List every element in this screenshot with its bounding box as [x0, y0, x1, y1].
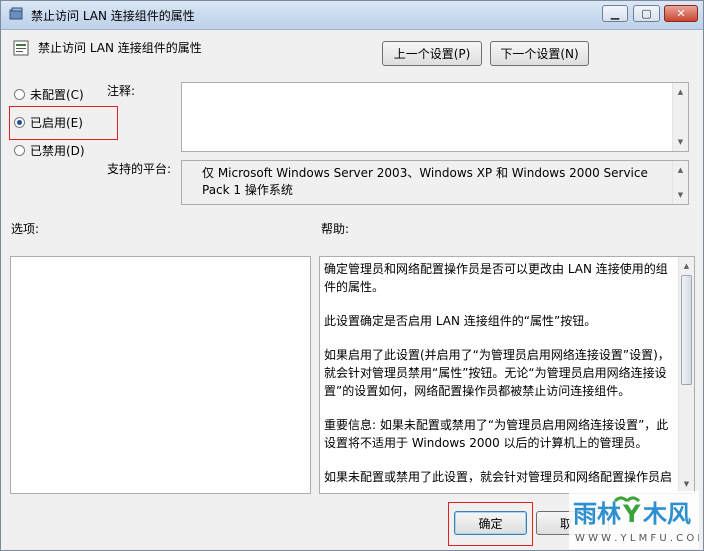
help-scroll-thumb[interactable]: [681, 275, 692, 385]
platform-value: 仅 Microsoft Windows Server 2003、Windows …: [202, 166, 648, 197]
scroll-down-icon[interactable]: ▼: [673, 135, 688, 149]
svg-text:W W W . Y L M F U . C O M: W W W . Y L M F U . C O M: [575, 533, 699, 544]
highlight-box: [9, 106, 118, 140]
help-paragraph: 确定管理员和网络配置操作员是否可以更改由 LAN 连接使用的组件的属性。: [324, 262, 668, 294]
svg-text:Y: Y: [622, 500, 641, 528]
maximize-icon: ▢: [641, 7, 652, 20]
close-icon: ✕: [676, 7, 686, 20]
help-paragraph: 重要信息: 如果未配置或禁用了“为管理员启用网络连接设置”，此设置将不适用于 W…: [324, 418, 669, 450]
scroll-up-icon[interactable]: ▲: [673, 85, 688, 99]
radio-dot: [14, 145, 25, 156]
setting-title: 禁止访问 LAN 连接组件的属性: [38, 41, 202, 55]
help-paragraph: 如果启用了此设置(并启用了“为管理员启用网络连接设置”设置)，就会针对管理员禁用…: [324, 348, 670, 398]
minimize-button[interactable]: ▁: [602, 5, 628, 22]
maximize-button[interactable]: ▢: [633, 5, 660, 22]
policy-dialog-window: 禁止访问 LAN 连接组件的属性 ▁ ▢ ✕ 禁止访问 LAN 连接组件的属性 …: [0, 0, 704, 551]
watermark-logo: 雨林 Y 木风 W W W . Y L M F U . C O M: [569, 491, 699, 549]
radio-label: 未配置(C): [30, 88, 84, 102]
radio-dot: [14, 89, 25, 100]
help-text: 确定管理员和网络配置操作员是否可以更改由 LAN 连接使用的组件的属性。 此设置…: [324, 260, 674, 493]
help-label: 帮助:: [321, 222, 350, 236]
policy-app-icon: [9, 7, 23, 20]
next-setting-button[interactable]: 下一个设置(N): [490, 41, 589, 66]
radio-label: 已禁用(D): [30, 144, 85, 158]
help-scrollbar[interactable]: ▲ ▼: [678, 257, 694, 493]
comment-textarea[interactable]: ▲ ▼: [181, 82, 689, 152]
highlight-box: [448, 502, 533, 546]
scroll-down-icon[interactable]: ▼: [679, 477, 694, 491]
setting-icon: [13, 40, 29, 56]
platform-label: 支持的平台:: [107, 162, 172, 176]
close-button[interactable]: ✕: [664, 5, 698, 22]
options-label: 选项:: [11, 222, 40, 236]
help-paragraph: 如果未配置或禁用了此设置，就会针对管理员和网络配置操作员启: [324, 470, 673, 484]
minimize-icon: ▁: [610, 7, 620, 20]
help-panel: 确定管理员和网络配置操作员是否可以更改由 LAN 连接使用的组件的属性。 此设置…: [319, 256, 695, 494]
radio-disabled[interactable]: 已禁用(D): [14, 142, 85, 159]
window-title: 禁止访问 LAN 连接组件的属性: [31, 9, 195, 23]
scroll-up-icon[interactable]: ▲: [673, 163, 688, 177]
svg-text:木风: 木风: [642, 500, 691, 528]
title-bar: 禁止访问 LAN 连接组件的属性 ▁ ▢ ✕: [1, 1, 703, 30]
options-panel: [10, 256, 311, 494]
scroll-down-icon[interactable]: ▼: [673, 188, 688, 202]
platform-field: 仅 Microsoft Windows Server 2003、Windows …: [181, 160, 689, 205]
platform-scrollbar[interactable]: ▲ ▼: [672, 161, 688, 204]
comment-label: 注释:: [107, 84, 136, 98]
comment-scrollbar[interactable]: ▲ ▼: [672, 83, 688, 151]
radio-not-configured[interactable]: 未配置(C): [14, 86, 84, 103]
help-paragraph: 此设置确定是否启用 LAN 连接组件的“属性”按钮。: [324, 314, 597, 328]
scroll-up-icon[interactable]: ▲: [679, 259, 694, 273]
previous-setting-button[interactable]: 上一个设置(P): [382, 41, 482, 66]
svg-text:雨林: 雨林: [573, 500, 621, 528]
